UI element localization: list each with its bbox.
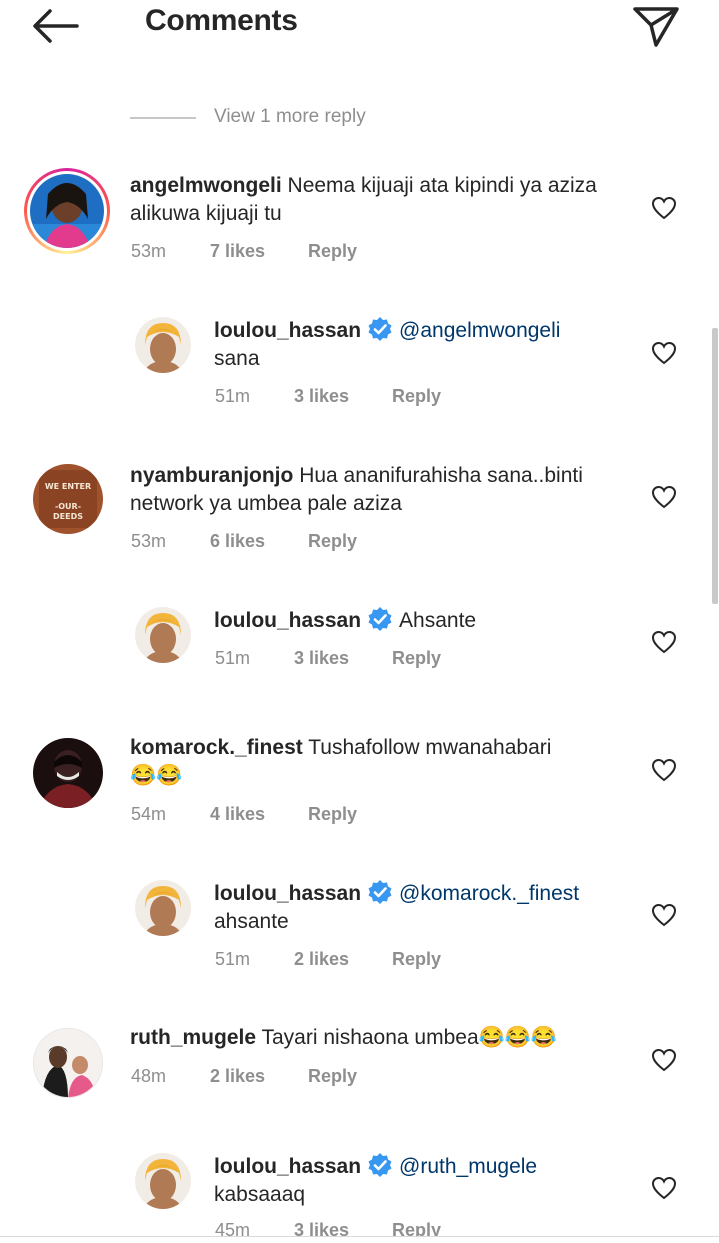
reply-button[interactable]: Reply xyxy=(308,531,357,552)
avatar[interactable]: WE ENTER -OUR- DEEDS xyxy=(33,464,103,534)
view-more-label: View 1 more reply xyxy=(214,106,366,127)
reply-button[interactable]: Reply xyxy=(308,1066,357,1087)
heart-icon[interactable] xyxy=(651,758,677,782)
header-bar: Comments xyxy=(0,0,719,50)
comment-likes[interactable]: 2 likes xyxy=(294,949,349,970)
comment-time: 48m xyxy=(131,1066,167,1086)
comment-body: angelmwongeli Neema kijuaji ata kipindi … xyxy=(130,172,610,228)
comment-username[interactable]: komarock._finest xyxy=(130,736,303,759)
comment-time: 51m xyxy=(215,386,251,406)
verified-badge-icon xyxy=(368,317,392,341)
reply-button[interactable]: Reply xyxy=(308,241,357,262)
comment-time: 53m xyxy=(131,241,167,261)
comment-likes[interactable]: 4 likes xyxy=(210,804,265,825)
heart-icon[interactable] xyxy=(651,1048,677,1072)
comment-time: 54m xyxy=(131,804,167,824)
comment-likes[interactable]: 6 likes xyxy=(210,531,265,552)
reply-button[interactable]: Reply xyxy=(308,804,357,825)
comment-likes[interactable]: 3 likes xyxy=(294,386,349,407)
share-button[interactable] xyxy=(630,2,682,50)
avatar[interactable] xyxy=(135,317,191,373)
comment-text: sana xyxy=(214,347,260,370)
heart-icon[interactable] xyxy=(651,1176,677,1200)
avatar xyxy=(30,174,104,248)
svg-text:-OUR-: -OUR- xyxy=(55,502,81,511)
divider-line xyxy=(0,1236,719,1237)
reply-button[interactable]: Reply xyxy=(392,386,441,407)
comment-username[interactable]: loulou_hassan xyxy=(214,609,361,632)
comment-body: loulou_hassan Ahsante xyxy=(214,606,634,635)
mention-link[interactable]: @ruth_mugele xyxy=(399,1155,537,1178)
comment-body: loulou_hassan @ruth_mugele kabsaaaq xyxy=(214,1152,634,1209)
scrollbar[interactable] xyxy=(712,328,718,604)
verified-badge-icon xyxy=(368,607,392,631)
comment-text: ahsante xyxy=(214,910,289,933)
comment-body: nyamburanjonjo Hua ananifurahisha sana..… xyxy=(130,462,610,518)
avatar[interactable] xyxy=(135,607,191,663)
emoji-reaction: 😂😂 xyxy=(130,764,183,787)
comment-text: kabsaaaq xyxy=(214,1183,306,1206)
divider-line xyxy=(130,117,196,119)
svg-text:DEEDS: DEEDS xyxy=(53,512,83,521)
avatar[interactable] xyxy=(33,738,103,808)
comment-username[interactable]: nyamburanjonjo xyxy=(130,464,293,487)
comment-time: 51m xyxy=(215,648,251,668)
reply-button[interactable]: Reply xyxy=(392,1220,441,1236)
comment-text: Tushafollow mwanahabari xyxy=(308,736,552,759)
comment-username[interactable]: loulou_hassan xyxy=(214,882,361,905)
comment-time: 53m xyxy=(131,531,167,551)
verified-badge-icon xyxy=(368,1153,392,1177)
paper-plane-icon xyxy=(633,7,679,47)
comment-time: 45m xyxy=(215,1220,251,1236)
comment-likes[interactable]: 7 likes xyxy=(210,241,265,262)
avatar[interactable] xyxy=(135,880,191,936)
page-title: Comments xyxy=(145,4,298,37)
comment-username[interactable]: angelmwongeli xyxy=(130,174,282,197)
story-ring[interactable] xyxy=(24,168,110,254)
mention-link[interactable]: @komarock._finest xyxy=(399,882,579,905)
comment-body: loulou_hassan @angelmwongeli sana xyxy=(214,316,634,373)
comment-username[interactable]: ruth_mugele xyxy=(130,1026,256,1049)
avatar[interactable] xyxy=(135,1153,191,1209)
comment-body: komarock._finest Tushafollow mwanahabari… xyxy=(130,734,610,790)
verified-badge-icon xyxy=(368,880,392,904)
heart-icon[interactable] xyxy=(651,485,677,509)
comment-username[interactable]: loulou_hassan xyxy=(214,319,361,342)
heart-icon[interactable] xyxy=(651,903,677,927)
avatar[interactable] xyxy=(33,1028,103,1098)
comment-body: ruth_mugele Tayari nishaona umbea😂😂😂 xyxy=(130,1024,630,1052)
mention-link[interactable]: @angelmwongeli xyxy=(399,319,560,342)
reply-button[interactable]: Reply xyxy=(392,648,441,669)
arrow-left-icon xyxy=(33,9,79,43)
heart-icon[interactable] xyxy=(651,630,677,654)
reply-item: loulou_hassan @ruth_mugele kabsaaaq 45m … xyxy=(0,1150,719,1236)
back-button[interactable] xyxy=(30,6,82,46)
comment-text: Tayari nishaona umbea xyxy=(261,1026,479,1049)
comment-username[interactable]: loulou_hassan xyxy=(214,1155,361,1178)
heart-icon[interactable] xyxy=(651,196,677,220)
comment-time: 51m xyxy=(215,949,251,969)
comment-likes[interactable]: 3 likes xyxy=(294,648,349,669)
comment-likes[interactable]: 3 likes xyxy=(294,1220,349,1236)
svg-text:WE ENTER: WE ENTER xyxy=(45,482,91,491)
comment-body: loulou_hassan @komarock._finest ahsante xyxy=(214,879,634,936)
reply-button[interactable]: Reply xyxy=(392,949,441,970)
emoji-reaction: 😂😂😂 xyxy=(478,1026,558,1049)
comment-text: Ahsante xyxy=(399,609,477,632)
heart-icon[interactable] xyxy=(651,341,677,365)
comment-likes[interactable]: 2 likes xyxy=(210,1066,265,1087)
